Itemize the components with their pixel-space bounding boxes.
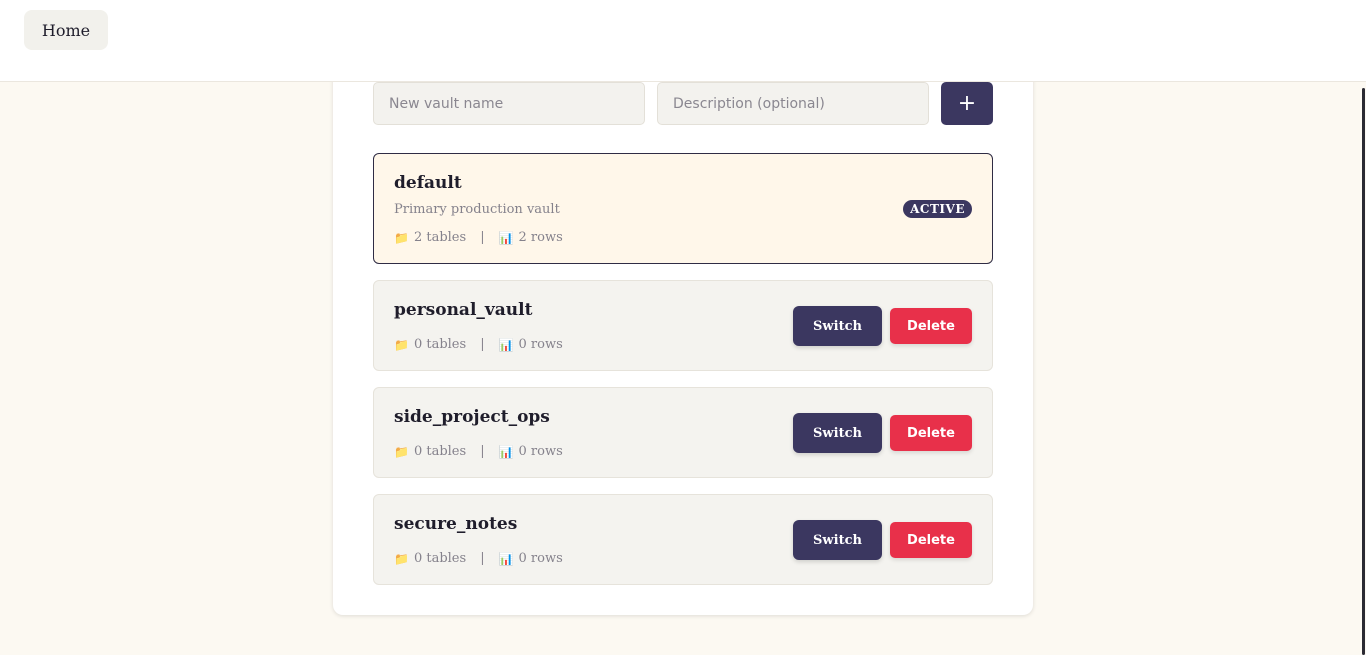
tables-count: 0 tables [413,337,467,352]
vault-card-default: default Primary production vault 📁 2 tab… [373,153,993,264]
bar-chart-icon: 📊 [498,444,514,459]
top-bar: Home [0,0,1366,82]
switch-button[interactable]: Switch [793,306,882,346]
tables-count: 2 tables [413,230,467,245]
bar-chart-icon: 📊 [498,230,514,245]
bar-chart-icon: 📊 [498,337,514,352]
stats-separator: | [480,551,485,566]
vault-card-side-project-ops: side_project_ops 📁 0 tables | 📊 0 rows S… [373,387,993,478]
folder-icon: 📁 [394,337,409,352]
rows-count: 2 rows [518,230,563,245]
switch-button[interactable]: Switch [793,520,882,560]
delete-button[interactable]: Delete [890,522,972,558]
rows-count: 0 rows [518,444,563,459]
vault-card-personal-vault: personal_vault 📁 0 tables | 📊 0 rows Swi… [373,280,993,371]
vault-name: personal_vault [394,300,533,320]
delete-button[interactable]: Delete [890,415,972,451]
vault-name: secure_notes [394,514,518,534]
delete-button[interactable]: Delete [890,308,972,344]
vault-name: default [394,173,462,193]
vault-description: Primary production vault [394,202,560,217]
stats-separator: | [480,337,485,352]
vault-stats: 📁 0 tables | 📊 0 rows [394,444,563,459]
folder-icon: 📁 [394,230,409,245]
vault-card-secure-notes: secure_notes 📁 0 tables | 📊 0 rows Switc… [373,494,993,585]
tables-count: 0 tables [413,551,467,566]
rows-count: 0 rows [518,551,563,566]
vault-name-input[interactable] [373,82,645,125]
stats-separator: | [480,444,485,459]
switch-button[interactable]: Switch [793,413,882,453]
tables-count: 0 tables [413,444,467,459]
vault-name: side_project_ops [394,407,550,427]
active-badge: ACTIVE [903,200,972,218]
folder-icon: 📁 [394,444,409,459]
folder-icon: 📁 [394,551,409,566]
vault-stats: 📁 0 tables | 📊 0 rows [394,551,563,566]
vault-stats: 📁 0 tables | 📊 0 rows [394,337,563,352]
vault-description-input[interactable] [657,82,929,125]
scrollbar[interactable] [1362,88,1365,655]
vault-stats: 📁 2 tables | 📊 2 rows [394,230,563,245]
add-vault-button[interactable]: + [941,82,993,125]
home-button[interactable]: Home [24,10,108,50]
bar-chart-icon: 📊 [498,551,514,566]
rows-count: 0 rows [518,337,563,352]
stats-separator: | [480,230,485,245]
